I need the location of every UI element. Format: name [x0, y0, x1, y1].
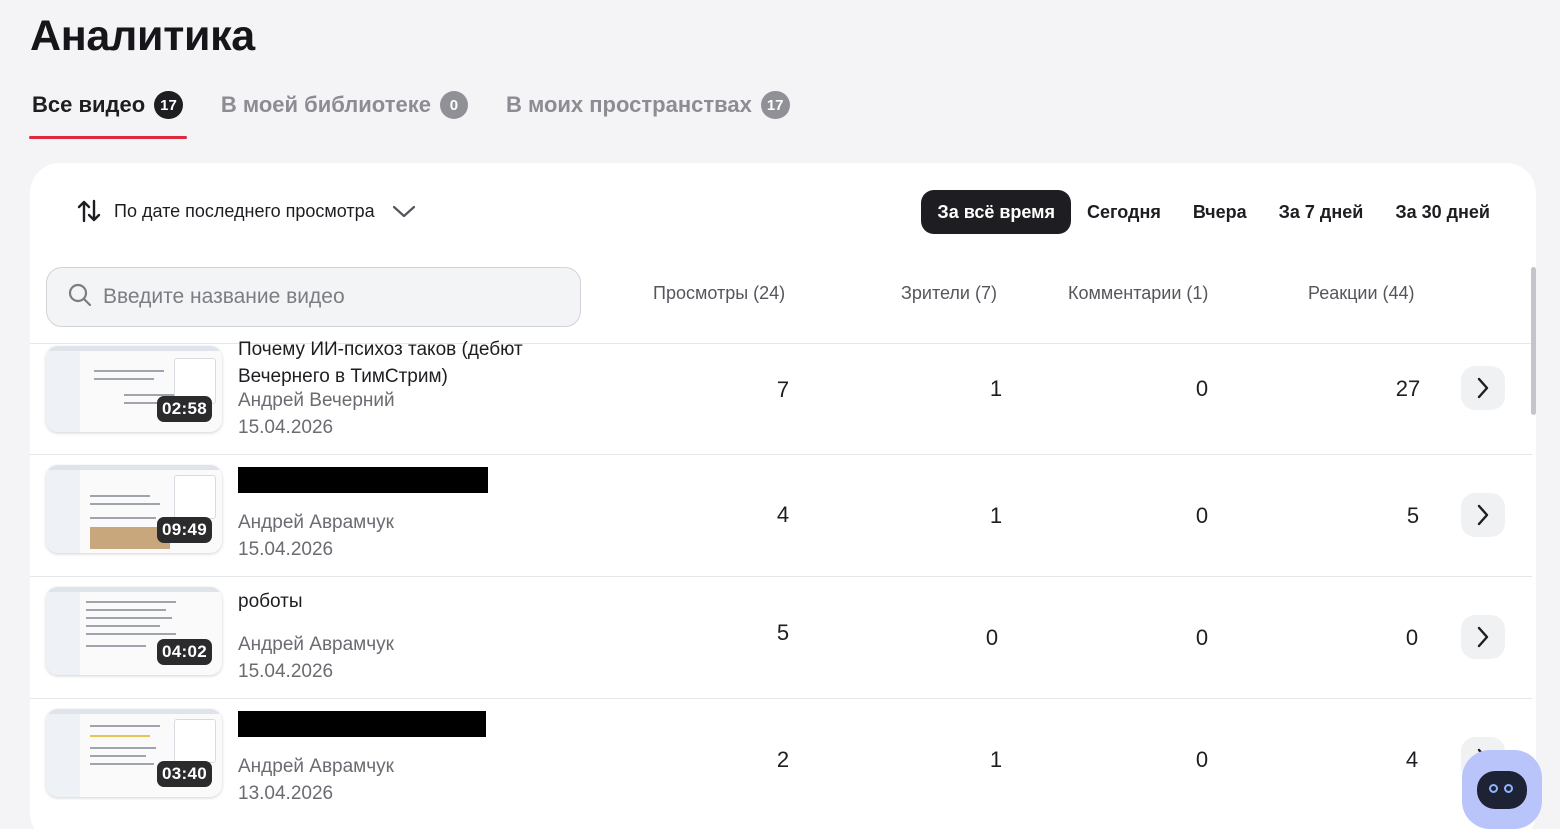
video-title[interactable]: роботы — [238, 588, 558, 615]
assistant-button[interactable] — [1462, 750, 1542, 829]
viewers-value: 1 — [989, 376, 1003, 401]
tab-all-videos[interactable]: Все видео 17 — [29, 88, 187, 139]
reactions-value: 4 — [1405, 747, 1419, 772]
table-row[interactable]: 09:49 Андрей Аврамчук 15.04.2026 4 1 0 5 — [30, 454, 1532, 576]
video-thumbnail[interactable]: 02:58 — [46, 346, 222, 432]
open-video-button[interactable] — [1461, 493, 1505, 537]
viewers-value: 1 — [989, 747, 1003, 772]
views-value: 7 — [776, 377, 790, 402]
reactions-value: 0 — [1405, 625, 1419, 650]
table-row[interactable]: 02:58 Почему ИИ-психоз таков (дебют Вече… — [30, 339, 1532, 454]
chevron-down-icon — [391, 203, 417, 219]
table-row[interactable]: 03:40 Андрей Аврамчук 13.04.2026 2 1 0 4 — [30, 698, 1532, 820]
video-author: Андрей Аврамчук — [238, 756, 394, 777]
tab-all-videos-count: 17 — [154, 91, 183, 119]
tab-my-spaces-count: 17 — [760, 91, 790, 119]
search-box — [46, 267, 581, 327]
video-author: Андрей Вечерний — [238, 390, 395, 411]
period-today[interactable]: Сегодня — [1071, 190, 1177, 234]
video-thumbnail[interactable]: 04:02 — [46, 587, 222, 675]
video-duration: 03:40 — [157, 761, 212, 787]
scrollbar-thumb[interactable] — [1531, 267, 1536, 415]
column-comments[interactable]: Комментарии (1) — [1068, 283, 1208, 304]
open-video-button[interactable] — [1461, 366, 1505, 410]
open-video-button[interactable] — [1461, 615, 1505, 659]
video-thumbnail[interactable]: 03:40 — [46, 709, 222, 797]
video-date: 15.04.2026 — [238, 539, 334, 560]
sort-arrows-icon — [76, 198, 102, 224]
views-value: 5 — [776, 620, 790, 645]
search-input[interactable] — [103, 285, 543, 309]
tab-my-library-count: 0 — [439, 91, 468, 119]
tab-my-library-label: В моей библиотеке — [220, 92, 431, 117]
video-title-line: Почему ИИ-психоз таков (дебют — [238, 339, 523, 360]
video-date: 15.04.2026 — [238, 661, 334, 682]
column-views[interactable]: Просмотры (24) — [653, 283, 785, 304]
reactions-value: 5 — [1406, 503, 1420, 528]
chevron-right-icon — [1477, 377, 1489, 399]
column-viewers[interactable]: Зрители (7) — [901, 283, 997, 304]
video-author: Андрей Аврамчук — [238, 634, 394, 655]
video-duration: 04:02 — [157, 639, 212, 665]
video-thumbnail[interactable]: 09:49 — [46, 465, 222, 553]
robot-assistant-icon — [1477, 770, 1527, 809]
chevron-right-icon — [1477, 626, 1489, 648]
tab-my-spaces[interactable]: В моих пространствах 17 — [506, 88, 790, 122]
analytics-card: По дате последнего просмотра За всё врем… — [30, 163, 1536, 829]
video-title[interactable]: Почему ИИ-психоз таков (дебют Вечернего … — [238, 336, 558, 390]
period-30-days[interactable]: За 30 дней — [1379, 190, 1506, 234]
comments-value: 0 — [1195, 625, 1209, 650]
views-value: 2 — [776, 747, 790, 772]
tabs-bar: Все видео 17 В моей библиотеке 0 В моих … — [29, 88, 790, 139]
views-value: 4 — [776, 502, 790, 527]
tab-my-spaces-label: В моих пространствах — [505, 92, 752, 117]
period-yesterday[interactable]: Вчера — [1177, 190, 1263, 234]
sort-dropdown[interactable]: По дате последнего просмотра — [76, 198, 417, 224]
sort-label: По дате последнего просмотра — [114, 200, 375, 221]
period-7-days[interactable]: За 7 дней — [1263, 190, 1380, 234]
viewers-value: 1 — [989, 503, 1003, 528]
column-reactions[interactable]: Реакции (44) — [1308, 283, 1415, 304]
redacted-title — [238, 467, 488, 493]
comments-value: 0 — [1195, 376, 1209, 401]
video-title-line: Вечернего в ТимСтрим) — [238, 366, 448, 387]
video-date: 13.04.2026 — [238, 783, 334, 804]
tab-my-library[interactable]: В моей библиотеке 0 — [221, 88, 468, 122]
tab-all-videos-label: Все видео — [32, 92, 146, 117]
viewers-value: 0 — [985, 625, 999, 650]
video-duration: 09:49 — [157, 517, 212, 543]
period-all-time[interactable]: За всё время — [921, 190, 1072, 234]
page-title: Аналитика — [30, 12, 255, 60]
comments-value: 0 — [1195, 503, 1209, 528]
comments-value: 0 — [1195, 747, 1209, 772]
video-author: Андрей Аврамчук — [238, 512, 394, 533]
reactions-value: 27 — [1395, 376, 1421, 401]
video-date: 15.04.2026 — [238, 417, 334, 438]
video-duration: 02:58 — [157, 396, 212, 422]
chevron-right-icon — [1477, 504, 1489, 526]
search-icon — [67, 282, 93, 313]
table-row[interactable]: 04:02 роботы Андрей Аврамчук 15.04.2026 … — [30, 576, 1532, 698]
period-filter: За всё время Сегодня Вчера За 7 дней За … — [921, 190, 1506, 234]
redacted-title — [238, 711, 486, 737]
